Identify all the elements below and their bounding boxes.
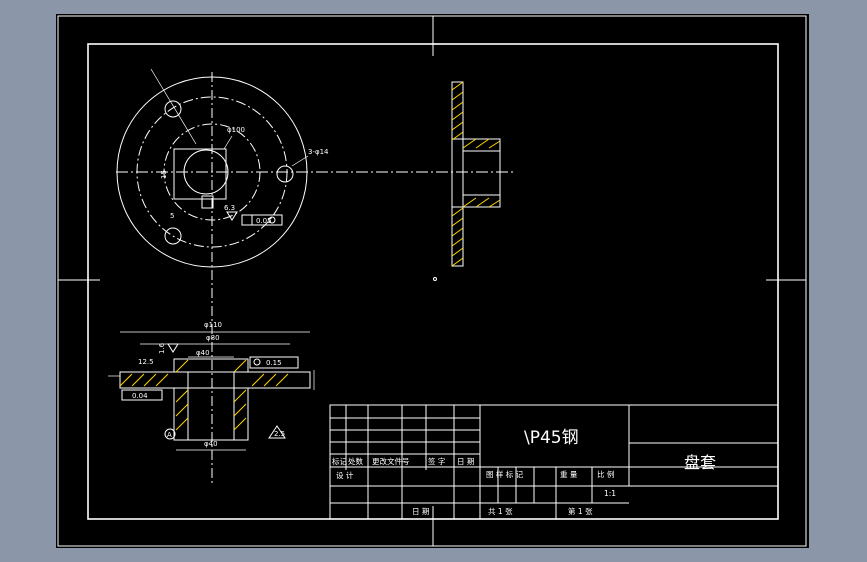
hub-dia-label: φ40 xyxy=(204,440,218,448)
left-tolerance-value: 0.04 xyxy=(132,392,148,400)
material-label: \P45钢 xyxy=(524,428,579,448)
hatch-pattern xyxy=(451,81,501,267)
inner-border xyxy=(87,43,779,520)
outer-dia-label: φ100 xyxy=(227,126,245,134)
flange-section xyxy=(451,81,464,267)
rev-label-sign: 签 字 xyxy=(428,456,445,466)
rev-label-mark: 标记 xyxy=(332,456,347,466)
sheet-number: 第 1 张 xyxy=(568,506,593,516)
date-label: 日 期 xyxy=(412,507,429,516)
weight-label: 重 量 xyxy=(560,470,578,479)
bore-section xyxy=(462,150,501,196)
scale-label: 比 例 xyxy=(597,469,614,479)
dim-80-label: φ80 xyxy=(206,334,220,342)
datum-label: A xyxy=(167,431,172,439)
title-block: 标记 处数 更改文件号 签 字 日 期 设 计 日 期 \P45钢 盘套 图 样… xyxy=(329,404,779,520)
design-label: 设 计 xyxy=(336,470,354,480)
keyway xyxy=(201,195,214,209)
rev-label-count: 处数 xyxy=(348,456,363,466)
flange-thk-label: 12.5 xyxy=(138,358,154,366)
roughness-label-1: 6.3 xyxy=(224,204,235,212)
stage-label: 图 样 标 记 xyxy=(486,469,524,479)
hub-top xyxy=(173,358,249,373)
front-view: φ100 3-φ14 15 5 6.3 0.05 xyxy=(116,68,516,484)
scale-value: 1:1 xyxy=(604,489,616,498)
bolt-holes-label: 3-φ14 xyxy=(308,148,329,156)
hub-square xyxy=(173,148,227,200)
dim-40-label: φ40 xyxy=(196,349,210,357)
hub-section xyxy=(451,138,501,208)
hub-body xyxy=(173,387,249,441)
leader-pcd xyxy=(223,135,233,150)
keyway-width-label: 5 xyxy=(170,212,174,220)
center-mark-label: 2.5 xyxy=(274,430,285,438)
sheet-total: 共 1 张 xyxy=(488,507,513,516)
top-tolerance-symbol xyxy=(253,358,261,366)
keyway-depth-label: 15 xyxy=(160,170,168,179)
part-name-label: 盘套 xyxy=(684,453,716,472)
dim-110-label: φ110 xyxy=(204,321,222,329)
rev-label-date: 日 期 xyxy=(457,457,474,466)
side-view xyxy=(433,81,501,281)
leader-holes xyxy=(291,155,309,167)
rev-label-file: 更改文件号 xyxy=(372,456,410,466)
bottom-section-view: φ110 φ80 φ40 0.15 12.5 1.6 0.04 φ40 A 2.… xyxy=(108,321,315,451)
bore xyxy=(187,371,235,441)
origin-marker xyxy=(433,277,437,281)
roughness-label-2: 1.6 xyxy=(158,342,166,354)
cad-viewport[interactable]: φ100 3-φ14 15 5 6.3 0.05 φ110 φ80 φ40 0.… xyxy=(56,14,809,548)
roughness-symbol-2 xyxy=(167,343,179,353)
bolt-hole-3 xyxy=(276,165,294,183)
drawing-canvas[interactable]: φ100 3-φ14 15 5 6.3 0.05 φ110 φ80 φ40 0.… xyxy=(56,14,809,548)
top-tolerance-value: 0.15 xyxy=(266,359,282,367)
